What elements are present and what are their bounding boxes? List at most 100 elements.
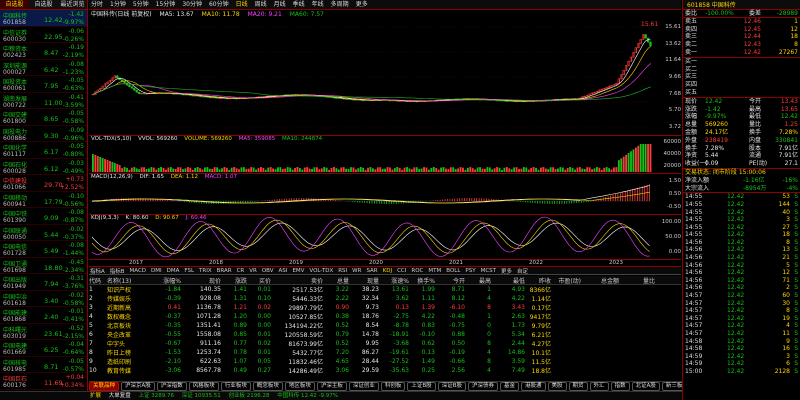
- column-header[interactable]: 市盈(动): [551, 276, 581, 285]
- period-tab[interactable]: 30分钟: [182, 0, 202, 10]
- watchlist-item[interactable]: 中国化学 601117 6.17 -0.05 -0.80%: [0, 142, 87, 159]
- indicator-tab[interactable]: MCST: [481, 268, 496, 274]
- table-row[interactable]: 1 知识产权 -1.84 140.35 1.41 0.01 2517.53亿 3.22 38.2…: [89, 285, 681, 294]
- indicator-tab[interactable]: 自定: [517, 267, 528, 275]
- watchlist-item[interactable]: 中国核电 601985 8.71 -0.05 -0.57%: [0, 357, 87, 373]
- market-tab[interactable]: 港股通: [521, 382, 546, 391]
- column-header[interactable]: 名称(13): [107, 276, 149, 285]
- column-header[interactable]: 卖价: [271, 276, 323, 285]
- column-header[interactable]: 最高: [465, 276, 491, 285]
- table-row[interactable]: 9 造纸印刷 -2.10 622.63 1.07 0.05 11832.46亿 4.65 28.…: [89, 357, 681, 366]
- column-header[interactable]: 现价: [181, 276, 221, 285]
- indicator-tab[interactable]: FSL: [184, 268, 194, 274]
- macd-chart[interactable]: MACD(12,26,9) DIF: 1.65 DEA: 1.12 MACD: …: [89, 174, 681, 215]
- tab-watchlist[interactable]: 自选股: [0, 0, 29, 9]
- indicator-tab[interactable]: BOLL: [446, 268, 460, 274]
- indicator-tab[interactable]: MTM: [428, 268, 441, 274]
- watchlist-item[interactable]: 中国中冶 601618 3.40 -0.02 -0.58%: [0, 291, 87, 307]
- watchlist-item[interactable]: 湖南发展 000722 11.00 -0.41 -3.59%: [0, 93, 87, 109]
- watchlist-item[interactable]: 中国出版 601949 7.94 -0.31 -3.76%: [0, 274, 87, 291]
- indicator-tab[interactable]: CCI: [397, 268, 406, 274]
- market-tab[interactable]: 外汇: [589, 382, 609, 391]
- market-tab[interactable]: 深证创业: [348, 382, 379, 391]
- market-tab[interactable]: 指数: [610, 382, 630, 391]
- indicator-tab[interactable]: OBV: [262, 268, 274, 274]
- table-row[interactable]: 5 北京板块 -0.35 1351.41 0.89 0.00 134194.22亿 0.52 8…: [89, 321, 681, 330]
- watchlist-item[interactable]: 中国电信 601728 5.49 -0.08 -1.44%: [0, 241, 87, 258]
- column-header[interactable]: 总金额: [581, 276, 619, 285]
- watchlist-item[interactable]: 国投电力 600886 9.30 -0.09 -0.96%: [0, 126, 87, 142]
- column-header[interactable]: 涨幅%: [149, 276, 181, 285]
- table-row[interactable]: 7 中字头 -0.67 911.16 0.77 0.02 81673.99亿 0.52 9.95…: [89, 339, 681, 348]
- column-header[interactable]: 量比: [619, 276, 655, 285]
- table-row[interactable]: 10 教育传媒 -3.06 8567.78 0.49 0.27 14286.49亿 3.06 2…: [89, 366, 681, 375]
- column-header[interactable]: 涨速%: [379, 276, 409, 285]
- tab-watchlist-2[interactable]: 自选股: [29, 0, 58, 9]
- column-header[interactable]: 代码: [89, 276, 107, 285]
- market-tab[interactable]: 风格板块: [188, 382, 219, 391]
- market-tab[interactable]: 沪深指数: [156, 382, 187, 391]
- watchlist-item[interactable]: 中国交建 601800 8.65 -0.05 -0.58%: [0, 109, 87, 126]
- column-header[interactable]: 最低: [491, 276, 525, 285]
- market-tab[interactable]: 北证A股: [631, 382, 660, 391]
- indicator-tab[interactable]: 指标B: [110, 267, 125, 275]
- watchlist-item[interactable]: 中国电建 601669 6.25 -0.04 -0.64%: [0, 340, 87, 357]
- table-row[interactable]: 6 央企改革 -0.55 1558.08 0.85 0.01 120558.59亿 0.79 1…: [89, 330, 681, 339]
- tick-list[interactable]: 14:55 12.42 53 S 14:55 12.42 144 S 14:55 12.42 40 S…: [683, 193, 800, 375]
- indicator-tab[interactable]: EMV: [292, 268, 304, 274]
- volume-chart[interactable]: VOL-TDX(5,10) VVOL: 569260 VOLUME: 56926…: [89, 136, 681, 174]
- watchlist-item[interactable]: 中科曙光 603019 23.61 -0.52 -2.15%: [0, 324, 87, 340]
- indicator-tab[interactable]: WR: [352, 268, 361, 274]
- indicator-tab[interactable]: MACD: [130, 268, 147, 274]
- table-row[interactable]: 8 昨日上榜 -1.53 1253.74 0.78 0.01 5432.77亿 7.20 86.…: [89, 348, 681, 357]
- watchlist-item[interactable]: 中国联通 600050 5.44 -0.02 -0.37%: [0, 225, 87, 241]
- period-tab[interactable]: 月线: [274, 0, 286, 10]
- period-tab[interactable]: 5分钟: [133, 0, 149, 10]
- table-row[interactable]: 4 数权概念 -0.37 1071.28 1.20 0.00 10527.85亿 0.38 18…: [89, 312, 681, 321]
- indicator-tab[interactable]: ASI: [279, 268, 288, 274]
- column-header[interactable]: 买价: [247, 276, 271, 285]
- watchlist-item[interactable]: 中信证券 600030 22.95 -0.06 -0.26%: [0, 27, 87, 43]
- market-tab[interactable]: 期货: [568, 382, 588, 391]
- period-tab[interactable]: 1分钟: [110, 0, 126, 10]
- period-tab[interactable]: 60分钟: [209, 0, 229, 10]
- watchlist-item[interactable]: 中国移动 600941 17.79 -0.10 -0.56%: [0, 192, 87, 208]
- indicator-tab[interactable]: 更多: [501, 267, 512, 275]
- market-tab[interactable]: 关联品种: [89, 382, 120, 391]
- period-tab[interactable]: 多周期: [331, 0, 349, 10]
- watchlist-item[interactable]: 中国巨石 600176 11.69 +0.04 +0.34%: [0, 373, 87, 390]
- watchlist-item[interactable]: 中国能建 601868 2.40 -0.01 -0.41%: [0, 307, 87, 324]
- market-tab[interactable]: 基金: [499, 382, 519, 391]
- watchlist-item[interactable]: 中国卫通 601698 18.80 -0.45 -2.34%: [0, 258, 87, 274]
- tab-recent[interactable]: 最近浏览: [58, 0, 87, 9]
- market-tab[interactable]: 沪深京A股: [121, 382, 155, 391]
- indicator-tab[interactable]: DMI: [151, 268, 162, 274]
- column-header[interactable]: 换手%: [409, 276, 435, 285]
- indicator-tab[interactable]: PSY: [465, 268, 475, 274]
- column-header[interactable]: 昨收: [525, 276, 551, 285]
- watchlist-item[interactable]: 国投资本 600061 7.95 -0.05 -0.63%: [0, 76, 87, 93]
- watchlist-item[interactable]: 中信建投 601066 29.70 +0.73 +2.52%: [0, 175, 87, 192]
- market-tab[interactable]: 上证B股: [407, 382, 436, 391]
- market-tab[interactable]: 概念板块: [252, 382, 283, 391]
- period-tab[interactable]: 周线: [255, 0, 267, 10]
- column-header[interactable]: 涨跌: [221, 276, 247, 285]
- table-row[interactable]: 2 传媒娱乐 -0.39 928.08 1.31 0.10 5446.33亿 2.22 32.3…: [89, 294, 681, 303]
- table-row[interactable]: 3 近期新高 0.41 1136.78 1.21 0.02 29897.79亿 0.90 9.7…: [89, 303, 681, 312]
- market-tab[interactable]: 科创板: [380, 382, 406, 391]
- kdj-chart[interactable]: KDJ(9,3,3) K: 80.60 D: 90.67 J: 60.46 10…: [89, 215, 681, 260]
- status-replay[interactable]: 大单复盘: [109, 393, 131, 399]
- period-tab[interactable]: 日线: [236, 0, 248, 10]
- watchlist-item[interactable]: 中国科传 601858 12.42 -1.42 -9.97%: [0, 10, 87, 27]
- watchlist-item[interactable]: 中国中铁 601390 9.09 -0.08 -0.87%: [0, 208, 87, 225]
- indicator-tab[interactable]: SAR: [366, 268, 377, 274]
- column-header[interactable]: 现量: [349, 276, 379, 285]
- status-expand[interactable]: 扩展: [90, 393, 101, 399]
- price-chart[interactable]: 15.61 15.61 13.62 11.64 9.66 7.68 5.70 3.72: [89, 19, 681, 136]
- watchlist-item[interactable]: 中国石化 600028 6.12 -0.03 -0.49%: [0, 159, 87, 175]
- watchlist-item[interactable]: 深圳能源 000027 6.42 -0.08 -1.23%: [0, 60, 87, 76]
- market-tab[interactable]: 地区板块: [284, 382, 315, 391]
- market-tab[interactable]: 行业板块: [220, 382, 251, 391]
- period-tab[interactable]: 分时: [91, 0, 103, 10]
- indicator-tab[interactable]: BRAR: [217, 268, 232, 274]
